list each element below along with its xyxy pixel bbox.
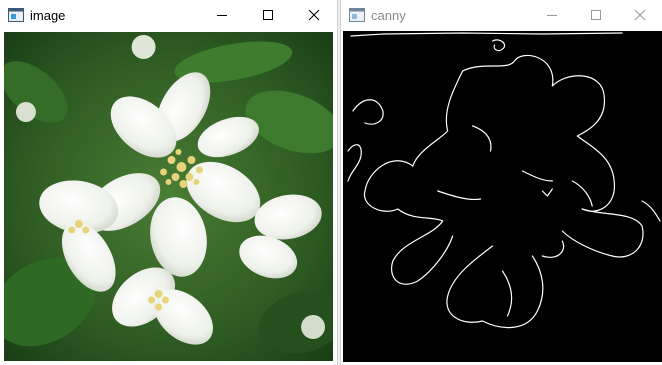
app-window-icon [349, 8, 365, 22]
window-title: canny [371, 7, 406, 23]
flower-photo [4, 32, 333, 361]
canny-titlebar[interactable]: canny [341, 0, 662, 30]
minimize-button[interactable] [199, 0, 245, 30]
window-controls [199, 0, 337, 30]
maximize-icon [263, 10, 273, 20]
minimize-icon [217, 15, 227, 16]
close-icon [634, 9, 646, 21]
maximize-button[interactable] [245, 0, 291, 30]
close-icon [308, 9, 320, 21]
maximize-button[interactable] [574, 0, 618, 30]
close-button[interactable] [291, 0, 337, 30]
app-window-icon [8, 8, 24, 22]
image-titlebar[interactable]: image [0, 0, 337, 30]
flower-image [4, 32, 333, 361]
edge-map [343, 31, 662, 362]
close-button[interactable] [618, 0, 662, 30]
window-controls [530, 0, 662, 30]
image-window[interactable]: image [0, 0, 338, 365]
canny-edges-image [343, 31, 662, 362]
window-title: image [30, 7, 66, 23]
minimize-icon [547, 15, 557, 16]
maximize-icon [591, 10, 601, 20]
canny-window[interactable]: canny [340, 0, 662, 365]
minimize-button[interactable] [530, 0, 574, 30]
